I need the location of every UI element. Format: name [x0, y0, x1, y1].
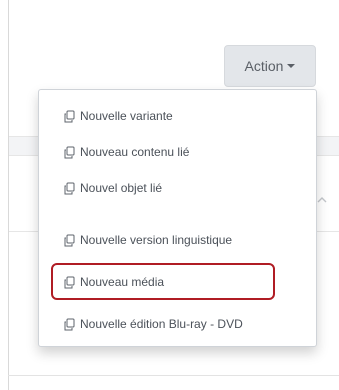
menu-item-nouveau-media[interactable]: Nouveau média	[39, 264, 316, 300]
menu-item-label: Nouvel objet lié	[80, 181, 163, 195]
menu-item-label: Nouvelle variante	[80, 109, 173, 123]
action-dropdown-menu: Nouvelle variante Nouveau contenu lié No…	[38, 89, 317, 347]
menu-item-label: Nouvelle version linguistique	[80, 233, 233, 247]
copy-icon	[63, 276, 76, 289]
page: Action Nouvelle variante Nouveau contenu…	[0, 0, 339, 390]
copy-icon	[63, 146, 76, 159]
action-button-label: Action	[244, 58, 284, 74]
copy-icon	[63, 110, 76, 123]
menu-item-nouveau-contenu-lie[interactable]: Nouveau contenu lié	[39, 134, 316, 170]
copy-icon	[63, 318, 76, 331]
chevron-up-icon[interactable]	[316, 194, 328, 206]
caret-down-icon	[287, 63, 296, 69]
menu-item-label: Nouveau média	[80, 275, 165, 289]
panel-divider	[8, 375, 339, 376]
action-button[interactable]: Action	[224, 45, 316, 87]
menu-item-nouvel-objet-lie[interactable]: Nouvel objet lié	[39, 170, 316, 206]
menu-item-nouvelle-edition-bluray-dvd[interactable]: Nouvelle édition Blu-ray - DVD	[39, 306, 316, 342]
menu-item-nouvelle-version-linguistique[interactable]: Nouvelle version linguistique	[39, 222, 316, 258]
menu-item-nouvelle-variante[interactable]: Nouvelle variante	[39, 98, 316, 134]
copy-icon	[63, 234, 76, 247]
menu-item-label: Nouvelle édition Blu-ray - DVD	[80, 317, 243, 331]
copy-icon	[63, 182, 76, 195]
menu-item-label: Nouveau contenu lié	[80, 145, 190, 159]
panel-border	[8, 0, 9, 390]
